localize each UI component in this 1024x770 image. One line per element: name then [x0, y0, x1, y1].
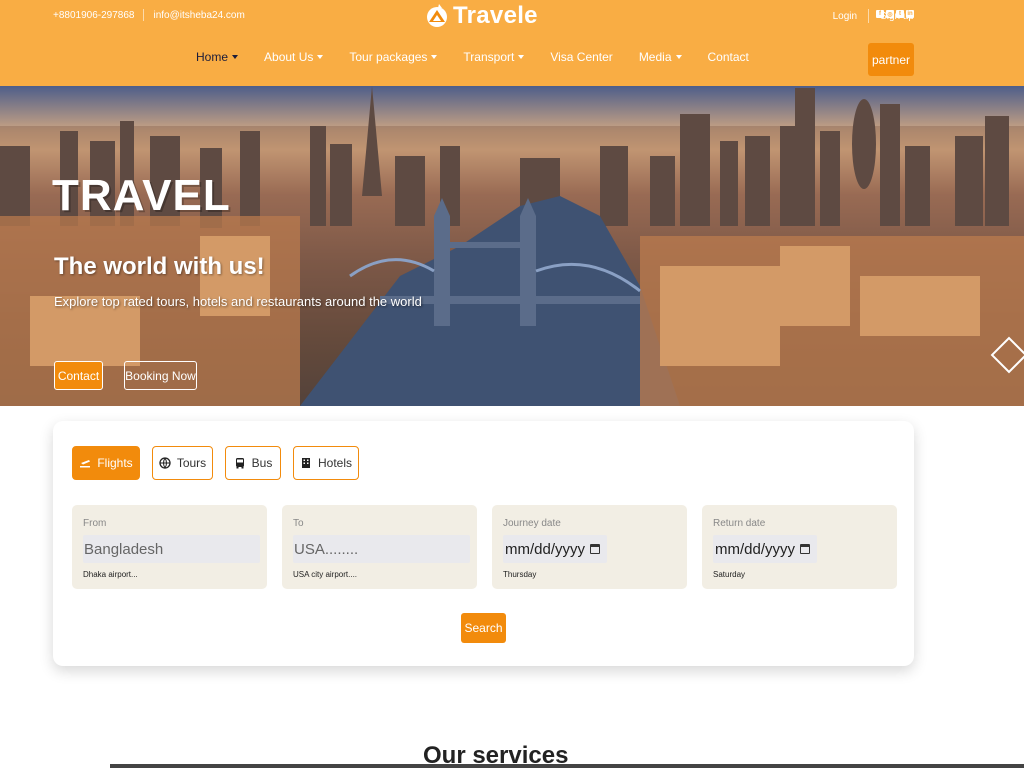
nav-visa-center[interactable]: Visa Center [550, 50, 612, 64]
calendar-icon[interactable] [590, 544, 601, 554]
field-label: From [83, 518, 107, 529]
hero-title: TRAVEL [52, 171, 231, 220]
hero-description: Explore top rated tours, hotels and rest… [54, 294, 422, 309]
booking-search-card: Flights Tours Bus Hotels From Bangladesh… [53, 421, 914, 666]
nav-label: Media [638, 50, 672, 64]
tab-label: Bus [251, 456, 273, 470]
site-logo[interactable]: Travele [425, 2, 538, 30]
field-hint: Saturday [713, 570, 746, 579]
booking-now-button[interactable]: Booking Now [124, 361, 197, 390]
calendar-icon[interactable] [800, 544, 811, 554]
search-fields: From Bangladesh Dhaka airport... To USA.… [72, 505, 912, 589]
login-link[interactable]: Login [833, 11, 857, 22]
contact-button[interactable]: Contact [54, 361, 103, 390]
chevron-down-icon [675, 55, 682, 59]
nav-label: Tour packages [349, 50, 428, 64]
nav-home[interactable]: Home [196, 50, 239, 64]
field-hint: Dhaka airport... [83, 570, 138, 579]
chevron-down-icon [317, 55, 324, 59]
to-input[interactable]: USA........ [293, 535, 470, 563]
nav-label: About Us [264, 50, 314, 64]
scrollbar[interactable] [110, 764, 1024, 768]
search-tabs: Flights Tours Bus Hotels [72, 446, 371, 480]
site-header: +8801906-297868 info@itsheba24.com Trave… [0, 0, 1024, 86]
hero-banner: TRAVEL The world with us! Explore top ra… [0, 86, 1024, 406]
plane-icon [80, 460, 91, 468]
bus-icon [235, 458, 244, 469]
nav-about-us[interactable]: About Us [264, 50, 324, 64]
divider [868, 9, 870, 23]
return-date-input[interactable]: mm/dd/yyyy [713, 535, 817, 563]
chevron-down-icon [431, 55, 438, 59]
field-hint: Thursday [503, 570, 537, 579]
to-field: To USA........ USA city airport.... [282, 505, 477, 589]
field-label: Return date [713, 518, 766, 529]
linkedin-icon[interactable]: in [906, 10, 914, 18]
nav-label: Contact [707, 50, 749, 64]
nav-label: Home [196, 50, 229, 64]
nav-transport[interactable]: Transport [463, 50, 525, 64]
twitter-icon[interactable]: t [896, 10, 904, 18]
instagram-icon[interactable]: ◎ [886, 10, 894, 18]
hero-subtitle: The world with us! [54, 253, 265, 280]
nav-label: Visa Center [550, 50, 613, 64]
journey-date-input[interactable]: mm/dd/yyyy [503, 535, 607, 563]
nav-media[interactable]: Media [639, 50, 682, 64]
return-date-field: Return date mm/dd/yyyy Saturday [702, 505, 897, 589]
field-hint: USA city airport.... [293, 570, 358, 579]
search-button[interactable]: Search [461, 613, 506, 643]
main-nav: Home About Us Tour packages Transport Vi… [196, 50, 775, 64]
contact-info: +8801906-297868 info@itsheba24.com [53, 9, 245, 21]
from-input[interactable]: Bangladesh [83, 535, 260, 563]
nav-tour-packages[interactable]: Tour packages [349, 50, 438, 64]
partner-button[interactable]: partner [868, 43, 914, 76]
tab-label: Hotels [317, 456, 352, 470]
nav-contact[interactable]: Contact [708, 50, 749, 64]
phone-link[interactable]: +8801906-297868 [53, 10, 134, 21]
tab-hotels[interactable]: Hotels [293, 446, 359, 480]
globe-icon [159, 457, 171, 469]
tab-label: Flights [97, 456, 133, 470]
email-link[interactable]: info@itsheba24.com [153, 10, 244, 21]
field-label: Journey date [503, 518, 561, 529]
chevron-down-icon [232, 55, 239, 59]
chevron-down-icon [518, 55, 525, 59]
field-label: To [293, 518, 304, 529]
journey-date-field: Journey date mm/dd/yyyy Thursday [492, 505, 687, 589]
tab-label: Tours [176, 456, 207, 470]
social-icons: f ◎ t in [876, 10, 914, 18]
tab-bus[interactable]: Bus [225, 446, 281, 480]
logo-balloon-icon [427, 4, 447, 27]
from-field: From Bangladesh Dhaka airport... [72, 505, 267, 589]
date-value: mm/dd/yyyy [505, 540, 586, 558]
date-value: mm/dd/yyyy [715, 540, 796, 558]
city-skyline-image [0, 86, 1024, 406]
building-icon [301, 458, 310, 468]
facebook-icon[interactable]: f [876, 10, 884, 18]
tab-tours[interactable]: Tours [152, 446, 213, 480]
tab-flights[interactable]: Flights [72, 446, 140, 480]
divider [143, 9, 145, 21]
nav-label: Transport [463, 50, 515, 64]
logo-text: Travele [453, 2, 538, 29]
